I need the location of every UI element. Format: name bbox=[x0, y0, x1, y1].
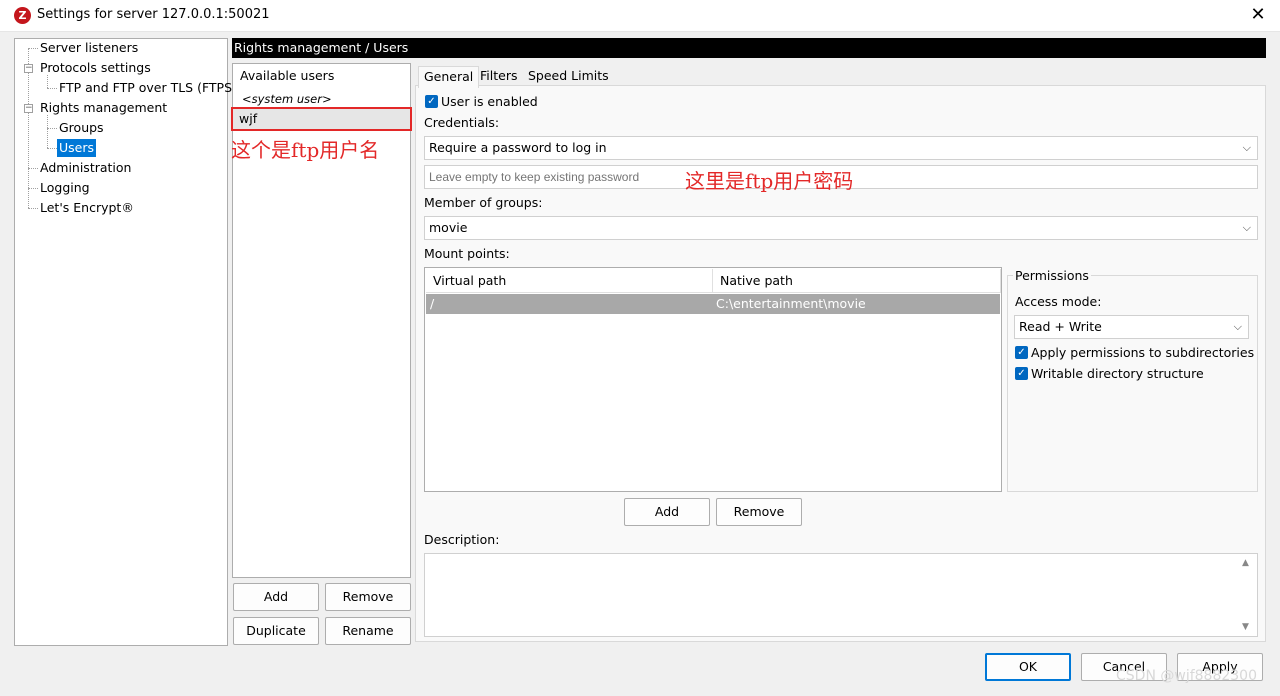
collapse-icon[interactable]: − bbox=[24, 64, 33, 73]
scroll-up-icon[interactable]: ▲ bbox=[1242, 558, 1249, 568]
tree-connector bbox=[28, 168, 38, 169]
tree-connector bbox=[47, 115, 48, 148]
description-label: Description: bbox=[424, 532, 500, 547]
credentials-value: Require a password to log in bbox=[429, 140, 607, 155]
ok-button[interactable]: OK bbox=[985, 653, 1071, 681]
list-item-system-user[interactable]: <system user> bbox=[242, 92, 332, 106]
column-header-native-path[interactable]: Native path bbox=[713, 269, 1001, 293]
apply-subdirs-checkbox[interactable]: ✓ bbox=[1015, 346, 1028, 359]
writable-structure-checkbox[interactable]: ✓ bbox=[1015, 367, 1028, 380]
chevron-down-icon: ⌵ bbox=[1242, 221, 1251, 234]
tree-item-groups[interactable]: Groups bbox=[57, 119, 106, 137]
table-row[interactable]: / C:\entertainment\movie bbox=[426, 294, 1000, 314]
annotation-username: 这个是ftp用户名 bbox=[231, 138, 380, 162]
access-mode-select[interactable]: Read + Write ⌵ bbox=[1014, 315, 1249, 339]
add-user-button[interactable]: Add bbox=[233, 583, 319, 611]
mount-points-table[interactable]: Virtual path Native path / C:\entertainm… bbox=[424, 267, 1002, 492]
tab-general[interactable]: General bbox=[418, 66, 480, 88]
duplicate-user-button[interactable]: Duplicate bbox=[233, 617, 319, 645]
credentials-select[interactable]: Require a password to log in ⌵ bbox=[424, 136, 1258, 160]
tab-filters[interactable]: Filters bbox=[475, 66, 522, 87]
tree-item-ftp-ftps[interactable]: FTP and FTP over TLS (FTPS) bbox=[57, 79, 239, 97]
description-textarea[interactable] bbox=[424, 553, 1258, 637]
collapse-icon[interactable]: − bbox=[24, 104, 33, 113]
filezilla-server-icon: Z bbox=[14, 7, 31, 24]
access-mode-label: Access mode: bbox=[1015, 294, 1102, 309]
column-header-virtual-path[interactable]: Virtual path bbox=[426, 269, 713, 293]
writable-structure-label: Writable directory structure bbox=[1031, 366, 1204, 381]
annotation-password: 这里是ftp用户密码 bbox=[685, 169, 854, 193]
tree-connector bbox=[28, 48, 38, 49]
chevron-down-icon: ⌵ bbox=[1233, 320, 1242, 333]
groups-value: movie bbox=[429, 220, 468, 235]
groups-label: Member of groups: bbox=[424, 195, 543, 210]
close-icon[interactable]: ✕ bbox=[1247, 3, 1269, 27]
tree-item-lets-encrypt[interactable]: Let's Encrypt® bbox=[38, 199, 136, 217]
tree-item-users[interactable]: Users bbox=[57, 139, 97, 157]
credentials-label: Credentials: bbox=[424, 115, 500, 130]
cell-native-path: C:\entertainment\movie bbox=[716, 296, 866, 311]
chevron-down-icon: ⌵ bbox=[1242, 141, 1251, 154]
permissions-title: Permissions bbox=[1013, 268, 1091, 283]
rename-user-button[interactable]: Rename bbox=[325, 617, 411, 645]
highlight-box bbox=[231, 107, 412, 131]
access-mode-value: Read + Write bbox=[1019, 319, 1102, 334]
apply-subdirs-label: Apply permissions to subdirectories bbox=[1031, 345, 1255, 360]
remove-mount-button[interactable]: Remove bbox=[716, 498, 802, 526]
groups-select[interactable]: movie ⌵ bbox=[424, 216, 1258, 240]
tab-speed-limits[interactable]: Speed Limits bbox=[523, 66, 614, 87]
tree-connector bbox=[47, 148, 57, 149]
tree-connector bbox=[47, 128, 57, 129]
add-mount-button[interactable]: Add bbox=[624, 498, 710, 526]
mount-points-label: Mount points: bbox=[424, 246, 510, 261]
tree-connector bbox=[47, 88, 57, 89]
tree-item-administration[interactable]: Administration bbox=[38, 159, 133, 177]
tree-connector bbox=[28, 208, 38, 209]
scroll-down-icon[interactable]: ▼ bbox=[1242, 622, 1249, 632]
user-enabled-checkbox[interactable]: ✓ bbox=[425, 95, 438, 108]
user-enabled-label: User is enabled bbox=[441, 94, 538, 109]
page-title: Rights management / Users bbox=[232, 38, 1266, 58]
cell-virtual-path: / bbox=[430, 296, 435, 311]
tree-item-protocols-settings[interactable]: Protocols settings bbox=[38, 59, 153, 77]
tree-connector bbox=[28, 188, 38, 189]
users-list-heading: Available users bbox=[240, 68, 335, 83]
watermark: CSDN @wjf8882300 bbox=[1116, 668, 1257, 684]
remove-user-button[interactable]: Remove bbox=[325, 583, 411, 611]
tree-item-logging[interactable]: Logging bbox=[38, 179, 92, 197]
tree-item-rights-management[interactable]: Rights management bbox=[38, 99, 169, 117]
window-title: Settings for server 127.0.0.1:50021 bbox=[37, 7, 270, 22]
tree-item-server-listeners[interactable]: Server listeners bbox=[38, 39, 140, 57]
